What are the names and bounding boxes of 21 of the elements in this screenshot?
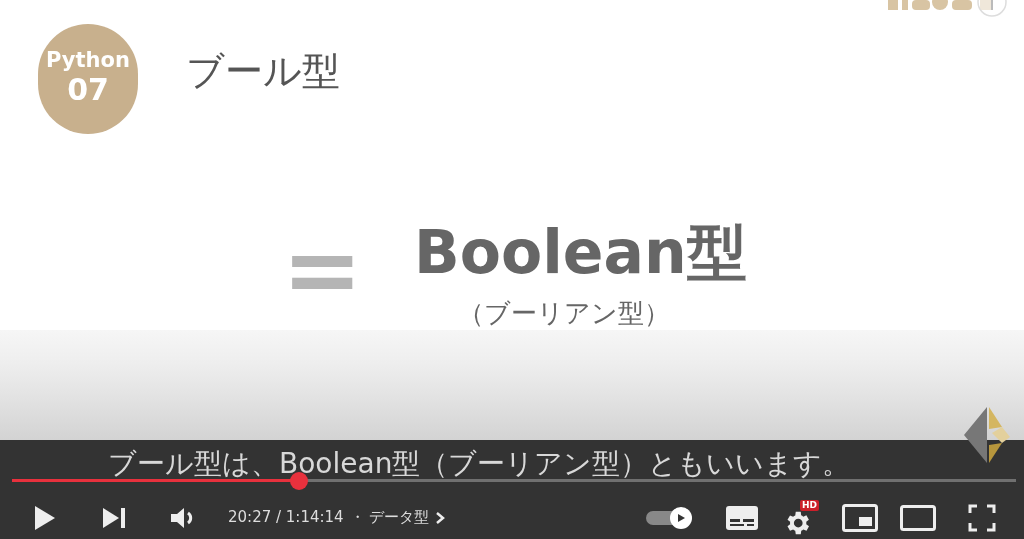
miniplayer-icon[interactable] bbox=[842, 503, 878, 532]
play-icon[interactable] bbox=[34, 504, 56, 531]
badge-number: 07 bbox=[67, 71, 109, 109]
term-heading: Boolean型 bbox=[414, 222, 747, 282]
hd-badge: HD bbox=[800, 499, 819, 511]
time-display: 20:27 / 1:14:14 bbox=[228, 507, 344, 529]
equals-sign: = bbox=[282, 222, 363, 318]
chapter-link[interactable]: データ型 bbox=[368, 506, 429, 529]
next-icon[interactable] bbox=[102, 505, 126, 530]
chevron-right-icon[interactable] bbox=[434, 510, 445, 525]
subtitles-icon[interactable] bbox=[726, 505, 758, 530]
theater-mode-icon[interactable] bbox=[900, 504, 936, 531]
subtitle-caption: ブール型は、Boolean型（ブーリアン型）ともいいます。 bbox=[108, 450, 851, 478]
badge-label: Python bbox=[46, 49, 130, 71]
slide-title: ブール型 bbox=[186, 52, 340, 90]
fullscreen-icon[interactable] bbox=[968, 503, 996, 532]
term-reading: （ブーリアン型） bbox=[458, 300, 670, 326]
diamond-logo-icon bbox=[962, 405, 1012, 465]
progress-track[interactable] bbox=[12, 479, 1016, 482]
play-icon bbox=[676, 512, 686, 523]
separator-dot: ・ bbox=[349, 507, 365, 529]
